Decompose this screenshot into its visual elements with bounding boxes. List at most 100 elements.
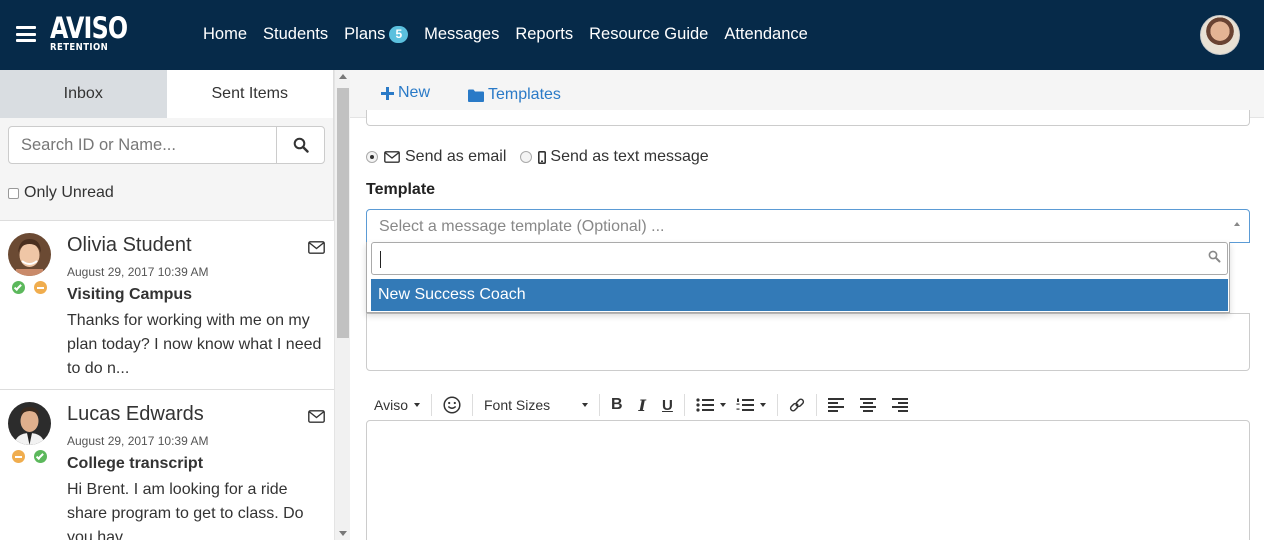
send-as-text-label: Send as text message [550, 148, 709, 165]
inbox-scrollbar[interactable] [334, 70, 350, 540]
nav-resource-guide-label: Resource Guide [589, 25, 709, 43]
message-date: August 29, 2017 10:39 AM [67, 265, 209, 279]
send-method-options: Send as email Send as text message [366, 148, 723, 166]
align-center-icon [859, 398, 876, 412]
nav-students-label: Students [263, 25, 329, 43]
send-as-text-radio[interactable] [520, 151, 533, 163]
align-right-button[interactable] [884, 393, 916, 417]
nav-messages[interactable]: Messages [424, 25, 499, 44]
toolbar-divider [430, 394, 432, 416]
template-option[interactable]: New Success Coach [371, 279, 1228, 311]
template-label: Template [366, 181, 436, 198]
tab-inbox-label: Inbox [63, 85, 103, 102]
toolbar-divider [598, 394, 600, 416]
send-as-text-option[interactable]: Send as text message [520, 148, 709, 166]
scroll-up-arrow-icon[interactable] [339, 74, 347, 79]
only-unread-toggle[interactable]: Only Unread [8, 184, 114, 202]
mobile-phone-icon [538, 150, 547, 164]
envelope-icon [308, 241, 325, 254]
template-dropdown: New Success Coach [366, 242, 1230, 313]
new-button-label: New [398, 84, 431, 101]
hamburger-menu-icon[interactable] [16, 26, 36, 42]
insert-link-button[interactable] [781, 393, 813, 417]
nav-resource-guide[interactable]: Resource Guide [589, 25, 708, 44]
list-item[interactable]: Olivia Student August 29, 2017 10:39 AM … [0, 220, 334, 389]
scroll-down-arrow-icon[interactable] [339, 531, 347, 536]
app-logo[interactable]: AVISO RETENTION [50, 13, 144, 53]
caret-down-icon [581, 403, 588, 407]
only-unread-checkbox[interactable] [8, 187, 19, 199]
templates-button-label: Templates [488, 86, 561, 103]
tab-sent-items[interactable]: Sent Items [166, 70, 333, 118]
template-select[interactable]: Select a message template (Optional) ... [366, 209, 1250, 243]
send-as-email-option[interactable]: Send as email [366, 148, 506, 166]
template-select-placeholder: Select a message template (Optional) ... [379, 218, 665, 235]
bullet-list-button[interactable] [688, 393, 734, 417]
avatar [8, 233, 51, 276]
user-avatar[interactable] [1200, 15, 1240, 55]
editor-toolbar: Aviso Font Sizes B I U [366, 392, 916, 418]
align-center-button[interactable] [852, 393, 884, 417]
envelope-icon [384, 151, 400, 163]
subject-field[interactable] [366, 313, 1250, 371]
font-sizes-select[interactable]: Font Sizes [476, 393, 596, 417]
message-body-editor[interactable] [366, 420, 1250, 540]
aviso-menu-label: Aviso [374, 397, 408, 413]
search-button[interactable] [276, 127, 324, 163]
underline-icon: U [662, 396, 673, 414]
nav-reports[interactable]: Reports [515, 25, 573, 44]
message-preview: Thanks for working with me on my plan to… [67, 312, 322, 377]
new-button[interactable]: New [381, 84, 430, 102]
numbered-list-button[interactable] [734, 393, 774, 417]
status-ok-icon [12, 281, 25, 294]
nav-plans-label: Plans [344, 25, 386, 43]
italic-button[interactable]: I [631, 393, 654, 417]
main-nav: Home Students Plans 5 Messages Reports Re… [203, 25, 824, 44]
status-pending-icon [12, 450, 25, 463]
avatar [8, 402, 51, 445]
scrollbar-thumb[interactable] [337, 88, 349, 338]
smiley-icon [443, 396, 461, 414]
aviso-menu-button[interactable]: Aviso [366, 393, 428, 417]
message-subject: College transcript [67, 455, 204, 472]
toolbar-divider [776, 394, 778, 416]
message-date: August 29, 2017 10:39 AM [67, 434, 209, 448]
list-item[interactable]: Lucas Edwards August 29, 2017 10:39 AM C… [0, 389, 334, 540]
plans-count-badge: 5 [389, 26, 409, 43]
align-left-icon [827, 398, 844, 412]
caret-down-icon [413, 403, 420, 407]
nav-home[interactable]: Home [203, 25, 247, 44]
message-list: Olivia Student August 29, 2017 10:39 AM … [0, 220, 334, 540]
search-input[interactable] [9, 127, 276, 163]
template-search-input[interactable] [371, 242, 1228, 275]
italic-icon: I [638, 395, 647, 415]
nav-attendance-label: Attendance [724, 25, 808, 43]
underline-button[interactable]: U [654, 393, 681, 417]
inbox-panel: Inbox Sent Items Only Unread Olivia Stud… [0, 70, 334, 540]
bold-button[interactable]: B [603, 393, 631, 417]
link-icon [789, 398, 804, 412]
font-sizes-label: Font Sizes [483, 397, 551, 413]
numbered-list-icon [736, 398, 754, 411]
nav-plans[interactable]: Plans 5 [344, 25, 409, 44]
message-subject: Visiting Campus [67, 286, 193, 303]
plus-icon [381, 86, 394, 100]
inbox-tabs: Inbox Sent Items [0, 70, 333, 118]
folder-icon [468, 89, 484, 102]
status-ok-icon [34, 450, 47, 463]
toolbar-divider [683, 394, 685, 416]
tab-inbox[interactable]: Inbox [0, 70, 167, 118]
templates-button[interactable]: Templates [468, 86, 561, 104]
nav-home-label: Home [203, 25, 248, 43]
message-preview: Hi Brent. I am looking for a ride share … [67, 481, 304, 540]
search-box [8, 126, 325, 164]
recipient-field[interactable] [366, 110, 1250, 126]
search-icon [1208, 250, 1221, 263]
align-right-icon [891, 398, 908, 412]
emoji-button[interactable] [435, 393, 469, 417]
nav-students[interactable]: Students [263, 25, 328, 44]
nav-attendance[interactable]: Attendance [724, 25, 807, 44]
send-as-email-radio[interactable] [366, 151, 378, 163]
align-left-button[interactable] [820, 393, 852, 417]
nav-reports-label: Reports [515, 25, 574, 43]
